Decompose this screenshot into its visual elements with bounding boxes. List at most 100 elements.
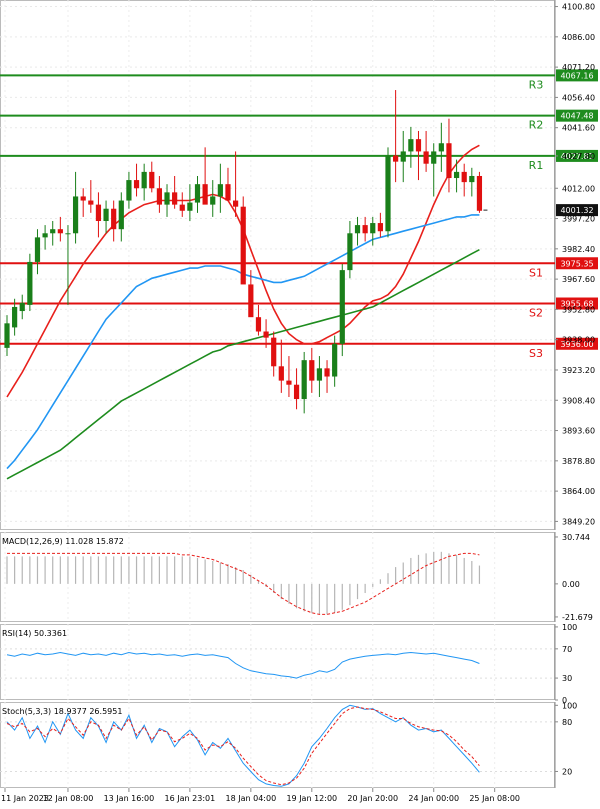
level-label-s1: S1 (529, 266, 543, 279)
candle-body (210, 196, 216, 205)
price-tick-label: 4041.60 (562, 124, 595, 133)
candle-body (393, 155, 399, 162)
candle-body (57, 229, 63, 234)
price-tick-label: 3982.40 (562, 245, 595, 254)
chart-root: R3 R2 R1 S1 S2 S3 4067.16 4047.48 4027.81 3975.3… (0, 0, 600, 805)
candle-body (431, 151, 437, 164)
candle-body (194, 184, 201, 203)
level-label-s2: S2 (529, 307, 543, 320)
candle-body (347, 233, 353, 271)
time-tick-label: 18 Jan 04:00 (226, 794, 277, 803)
candle-body (286, 380, 292, 385)
candle-body (217, 184, 223, 197)
rsi-tick-label: 70 (562, 645, 572, 654)
level-tag-s1: 3975.35 (560, 259, 593, 268)
rsi-tick-label: 100 (562, 623, 577, 632)
level-label-s3: S3 (529, 347, 543, 360)
candle-body (88, 200, 94, 205)
candle-body (354, 225, 361, 234)
candle-body (111, 208, 117, 230)
stoch-tick-label: 100 (562, 701, 577, 710)
level-label-r1: R1 (529, 159, 544, 172)
macd-tick-label: -21.679 (562, 613, 593, 622)
candle-body (95, 204, 102, 222)
candle-body (309, 360, 315, 381)
level-tag-r2: 4047.48 (560, 112, 593, 121)
candle-body (233, 200, 239, 207)
candle-body (248, 284, 254, 318)
candle-body (19, 302, 25, 312)
rsi-label: RSI(14) 50.3361 (2, 629, 67, 638)
time-tick-label: 25 Jan 08:00 (469, 794, 520, 803)
candle-body (461, 171, 467, 183)
candle-body (301, 360, 307, 400)
level-tag-r3: 4067.16 (560, 71, 593, 80)
time-tick-label: 20 Jan 20:00 (347, 794, 398, 803)
candle-body (240, 206, 246, 285)
candle-body (362, 225, 368, 234)
candle-body (377, 223, 383, 232)
candle-body (438, 143, 444, 152)
candle-body (126, 180, 132, 201)
price-tick-label: 4086.00 (562, 33, 595, 42)
candle-body (50, 229, 56, 234)
candle-body (332, 343, 338, 377)
price-tick-label: 3864.00 (562, 487, 595, 496)
level-label-r2: R2 (529, 119, 544, 132)
price-tick-label: 4071.20 (562, 63, 595, 72)
macd-tick-label: 0.00 (562, 580, 580, 589)
time-tick-label: 12 Jan 08:00 (43, 794, 94, 803)
macd-tick-label: 30.744 (562, 533, 590, 542)
price-tick-label: 3967.60 (562, 275, 595, 284)
price-tick-label: 3952.80 (562, 305, 595, 314)
candle-body (476, 175, 483, 211)
candle-body (453, 171, 460, 179)
candle-body (446, 143, 452, 179)
candle-body (141, 171, 147, 189)
candle-body (149, 171, 155, 189)
price-tick-label: 3849.20 (562, 517, 595, 526)
candle-body (225, 184, 231, 201)
candle-body (324, 368, 330, 377)
candle-body (12, 306, 18, 328)
candle-body (133, 180, 140, 189)
rsi-tick-label: 30 (562, 674, 572, 683)
stoch-label: Stoch(5,3,3) 18.9377 26.5951 (2, 707, 122, 716)
candle-body (278, 366, 284, 381)
candle-body (27, 261, 33, 305)
candle-body (42, 233, 48, 238)
price-tick-label: 3908.40 (562, 396, 595, 405)
candle-body (172, 192, 178, 205)
candle-body (202, 184, 208, 205)
candle-body (408, 139, 414, 152)
price-tick-label: 4056.40 (562, 93, 595, 102)
stoch-tick-label: 20 (562, 767, 572, 776)
candle-body (255, 317, 262, 332)
candle-body (4, 323, 10, 348)
trading-chart: R3R2R1S1S2S3 4067.164047.484027.813975.3… (0, 0, 600, 805)
candle-body (80, 196, 86, 201)
candle-body (263, 331, 269, 338)
candle-body (400, 151, 406, 162)
candle-body (293, 384, 300, 400)
price-tick-label: 3893.60 (562, 427, 595, 436)
candle-body (156, 188, 162, 205)
candle-body (164, 192, 170, 205)
candle-body (179, 204, 185, 211)
candle-body (316, 368, 323, 381)
time-tick-label: 13 Jan 16:00 (104, 794, 155, 803)
candle-body (271, 337, 277, 367)
candle-body (339, 270, 345, 344)
stoch-tick-label: 80 (562, 718, 572, 727)
candle-body (103, 208, 109, 222)
price-tick-label: 4100.80 (562, 3, 595, 12)
candle-body (34, 237, 41, 262)
candle-body (415, 139, 422, 152)
price-tick-label: 3997.20 (562, 215, 595, 224)
candle-body (370, 223, 376, 234)
price-tick-label: 3938.00 (562, 336, 595, 345)
candle-body (65, 233, 71, 235)
candle-body (469, 175, 475, 183)
price-tick-label: 4027.80 (562, 152, 595, 161)
price-tick-label: 3878.80 (562, 457, 595, 466)
